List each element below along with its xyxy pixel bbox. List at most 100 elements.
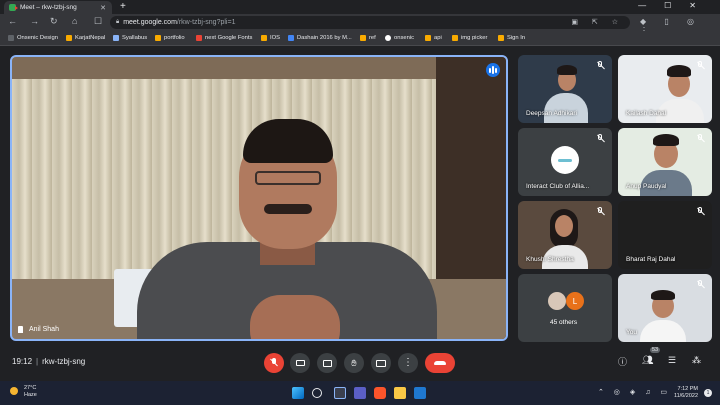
bookmark-item[interactable]: portfolio: [155, 35, 185, 41]
participant-name: Bharat Raj Dahal: [626, 256, 676, 263]
participant-hair: [653, 134, 679, 146]
meeting-details-icon[interactable]: ⓘ: [618, 355, 627, 368]
participant-name: Kailash Dahal: [626, 110, 667, 117]
folder-icon: [155, 35, 161, 41]
bookmark-label: Syallabus: [122, 35, 148, 41]
participant-tile[interactable]: Anup Paudyal: [618, 128, 712, 196]
address-bar-icons[interactable]: ▣ ⇱ ☆: [571, 18, 624, 26]
others-count: 45 others: [550, 319, 578, 326]
participant-tile[interactable]: Deepsan Adhikari: [518, 55, 612, 123]
self-label: You: [626, 329, 637, 336]
folder-icon: [360, 35, 366, 41]
bookmark-icon: [8, 35, 14, 41]
bookmark-item[interactable]: Sign In: [498, 35, 525, 41]
windows-taskbar: 27°C Haze ⌃ ◎ ◈ ♫ ▭ 7:12 PM 11/6/2022 1: [0, 381, 720, 405]
participant-name: Anup Paudyal: [626, 183, 667, 190]
meeting-time: 19:12: [12, 357, 33, 366]
activities-icon[interactable]: ⁂: [692, 355, 701, 366]
meet-favicon-icon: [9, 4, 18, 11]
main-speaker-tile[interactable]: Anil Shah: [10, 55, 508, 341]
system-tray-icons[interactable]: ⌃ ◎ ◈ ♫ ▭: [598, 388, 671, 396]
raise-hand-button[interactable]: ✋︎: [344, 353, 364, 373]
leave-call-button[interactable]: [425, 353, 455, 373]
participant-tile[interactable]: Kailash Dahal: [618, 55, 712, 123]
bookmark-label: img picker: [461, 35, 488, 41]
reload-icon[interactable]: ↻: [50, 16, 58, 27]
bookmark-label: ref: [369, 35, 376, 41]
speaking-indicator-icon: [486, 63, 500, 77]
bookmark-label: portfolio: [164, 35, 185, 41]
end-call-icon: [434, 361, 446, 365]
mic-toggle-button[interactable]: [264, 353, 284, 373]
address-bar[interactable]: 🔒︎ meet.google.com /rkw-tzbj-sng?pli=1 ▣…: [110, 16, 630, 29]
folder-icon: [66, 35, 72, 41]
forward-icon[interactable]: →: [30, 16, 39, 26]
back-icon[interactable]: ←: [8, 16, 17, 26]
brave-browser-icon[interactable]: [374, 387, 386, 399]
bookmark-label: Onsenic Design: [17, 35, 58, 41]
google-fonts-icon: [196, 35, 202, 41]
bookmark-item[interactable]: api: [425, 35, 442, 41]
close-tab-icon[interactable]: ✕: [100, 4, 106, 12]
speaker-hands: [250, 295, 340, 339]
bookmark-item[interactable]: next Google Fonts: [196, 35, 252, 41]
folder-icon: [452, 35, 458, 41]
participant-name: Interact Club of Allia...: [526, 183, 590, 190]
file-explorer-icon[interactable]: [394, 387, 406, 399]
bookmark-item[interactable]: ref: [360, 35, 376, 41]
search-icon[interactable]: [312, 388, 322, 398]
participant-tile[interactable]: Bharat Raj Dahal: [618, 201, 712, 269]
clock[interactable]: 7:12 PM 11/6/2022: [674, 386, 698, 400]
window-controls[interactable]: —☐✕: [638, 1, 714, 10]
chat-icon[interactable]: ☰: [668, 355, 676, 366]
participant-avatar: [548, 292, 566, 310]
bookmark-item[interactable]: Dashain 2016 by M...: [288, 35, 352, 41]
notification-badge[interactable]: 1: [704, 389, 712, 397]
syllabus-icon: [113, 35, 119, 41]
participant-face-front: [555, 215, 573, 237]
present-screen-icon: [376, 359, 386, 367]
teams-chat-icon[interactable]: [354, 387, 366, 399]
bookmark-item[interactable]: img picker: [452, 35, 487, 41]
clock-time: 7:12 PM: [677, 386, 698, 392]
browser-chrome: Meet – rkw-tzbj-sng ✕ + —☐✕ ← → ↻ ⌂ ☐ 🔒︎…: [0, 0, 720, 46]
task-view-icon[interactable]: [334, 387, 346, 399]
meeting-info: 19:12 | rkw-tzbj-sng: [12, 357, 86, 366]
captions-icon: [322, 359, 332, 367]
weather-widget[interactable]: 27°C Haze: [10, 385, 37, 399]
bookmark-item[interactable]: onsenic: [385, 35, 414, 41]
bookmark-item[interactable]: Onsenic Design: [8, 35, 58, 41]
url-host: meet.google.com: [123, 19, 177, 26]
bookmark-item[interactable]: KarjatNepal: [66, 35, 105, 41]
participant-hair: [557, 65, 577, 75]
bookmark-label: next Google Fonts: [205, 35, 253, 41]
store-icon[interactable]: [414, 387, 426, 399]
window-frame: [12, 57, 506, 79]
participant-hair: [667, 65, 691, 77]
github-icon: [385, 35, 391, 41]
participant-tile[interactable]: Khushi Shrestha: [518, 201, 612, 269]
hand-icon: ✋︎: [351, 357, 357, 368]
pin-icon[interactable]: [18, 326, 23, 333]
self-hair: [651, 290, 675, 300]
folder-icon: [498, 35, 504, 41]
bookmark-item[interactable]: Syallabus: [113, 35, 147, 41]
meeting-code: rkw-tzbj-sng: [42, 357, 86, 366]
present-button[interactable]: [371, 353, 391, 373]
bookmark-label: IOS: [270, 35, 280, 41]
folder-icon: [261, 35, 267, 41]
more-options-button[interactable]: ⋮: [398, 353, 418, 373]
new-tab-icon[interactable]: +: [120, 1, 126, 12]
tab-meet[interactable]: Meet – rkw-tzbj-sng ✕: [4, 1, 112, 14]
home-icon[interactable]: ⌂: [72, 16, 77, 26]
captions-button[interactable]: [317, 353, 337, 373]
bookmark-item[interactable]: IOS: [261, 35, 280, 41]
self-view-tile[interactable]: You: [618, 274, 712, 342]
people-icon[interactable]: 👥︎: [642, 355, 653, 366]
bookmark-page-icon[interactable]: ☐: [94, 16, 102, 27]
windows-start-icon[interactable]: [292, 387, 304, 399]
camera-toggle-button[interactable]: [290, 353, 310, 373]
bookmark-label: api: [434, 35, 442, 41]
others-tile[interactable]: L 45 others: [518, 274, 612, 342]
participant-tile[interactable]: Interact Club of Allia...: [518, 128, 612, 196]
